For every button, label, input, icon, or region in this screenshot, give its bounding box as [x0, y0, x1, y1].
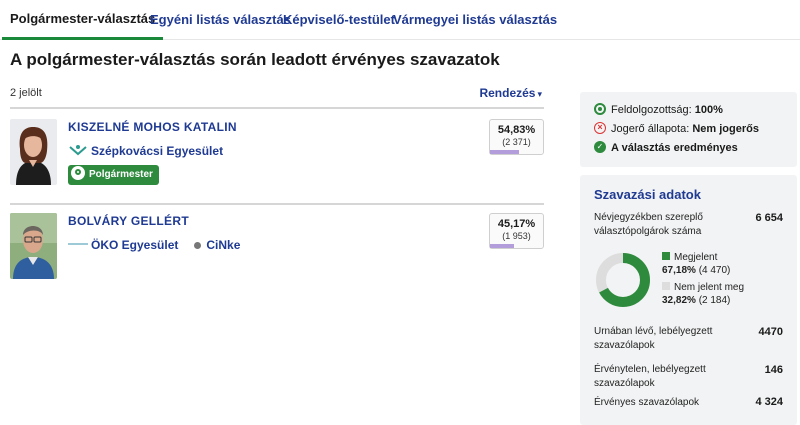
divider: [10, 203, 544, 205]
processing-value: 100%: [694, 104, 723, 116]
voting-data-title: Szavazási adatok: [594, 187, 701, 202]
vote-count: (1 953): [502, 231, 531, 241]
candidate-name[interactable]: BOLVÁRY GELLÉRT: [68, 214, 189, 228]
divider: [10, 107, 544, 109]
chevron-down-icon: ▾: [537, 89, 542, 99]
turnout-label: Megjelent: [674, 252, 718, 263]
tab-council[interactable]: Képviselő-testület: [283, 0, 395, 40]
registered-voters-value: 6 654: [755, 212, 783, 224]
election-tabs: Polgármester-választás Egyéni listás vál…: [0, 0, 800, 40]
registered-voters-label: Névjegyzékben szereplő választópolgárok …: [594, 212, 703, 237]
turnout-legend: Megjelent 67,18% (4 470): [662, 251, 730, 277]
party-name: Szépkovácsi Egyesület: [91, 144, 224, 158]
close-circle-icon: ×: [594, 122, 606, 135]
candidate-name[interactable]: KISZELNÉ MOHOS KATALIN: [68, 120, 237, 134]
voting-data-panel: Szavazási adatok Névjegyzékben szereplő …: [580, 175, 797, 425]
absent-label: Nem jelent meg: [674, 282, 745, 293]
invalid-ballots-label: Érvénytelen, lebélyegzett szavazólapok: [594, 364, 706, 389]
candidate-photo: [10, 213, 57, 279]
mayor-winner-badge: Polgármester: [68, 165, 159, 185]
party-name-2: CiNke: [206, 238, 241, 252]
processing-label: Feldolgozottság:: [611, 104, 692, 116]
tab-mayoral-election[interactable]: Polgármester-választás: [2, 0, 164, 40]
candidate-party: Szépkovácsi Egyesület: [68, 144, 223, 159]
tab-county-list-election[interactable]: Vármegyei listás választás: [393, 0, 557, 40]
page-title: A polgármester-választás során leadott é…: [10, 50, 500, 69]
tab-individual-list-election[interactable]: Egyéni listás választás: [150, 0, 291, 40]
legal-status: × Jogerő állapota: Nem jogerős: [594, 122, 759, 135]
absent-count: (2 184): [698, 295, 731, 306]
candidate-row[interactable]: KISZELNÉ MOHOS KATALIN Szépkovácsi Egyes…: [10, 119, 544, 189]
valid-ballots-value: 4 324: [755, 396, 783, 408]
vote-share-bar: [490, 150, 520, 154]
candidate-row[interactable]: BOLVÁRY GELLÉRT ÖKO Egyesület CiNke 45,17…: [10, 213, 544, 283]
check-circle-icon: ✓: [594, 141, 606, 154]
sort-dropdown[interactable]: Rendezés ▾: [479, 86, 542, 100]
absent-legend: Nem jelent meg 32,82% (2 184): [662, 281, 744, 307]
ballots-in-box-label: Urnában lévő, lebélyegzett szavazólapok: [594, 326, 713, 351]
turnout-donut-chart: [594, 251, 652, 309]
legend-swatch: [662, 282, 670, 291]
ballots-in-box-value: 4470: [758, 326, 783, 338]
vote-share-bar: [490, 244, 514, 248]
vote-percent: 54,83%: [497, 124, 536, 136]
candidate-photo: [10, 119, 57, 185]
valid-ballots-label: Érvényes szavazólapok: [594, 397, 700, 408]
result-text: A választás eredményes: [611, 142, 738, 154]
candidate-count: 2 jelölt: [10, 87, 42, 99]
badge-label: Polgármester: [89, 169, 153, 180]
vote-count: (2 371): [502, 137, 531, 147]
turnout-percent: 67,18%: [662, 265, 696, 276]
invalid-ballots-value: 146: [764, 364, 783, 376]
vote-share-box: 45,17% (1 953): [489, 213, 544, 249]
status-panel: Feldolgozottság: 100% × Jogerő állapota: …: [580, 92, 797, 167]
legal-label: Jogerő állapota:: [611, 123, 690, 135]
sort-label: Rendezés: [479, 86, 536, 100]
candidate-parties: ÖKO Egyesület CiNke: [68, 238, 240, 253]
party-logo-icon: [68, 144, 88, 159]
result-status: ✓ A választás eredményes: [594, 141, 738, 154]
turnout-count: (4 470): [698, 265, 731, 276]
progress-ring-icon: [594, 103, 606, 116]
legend-swatch: [662, 252, 670, 261]
processing-status: Feldolgozottság: 100%: [594, 103, 723, 116]
party-logo-icon: [68, 238, 88, 253]
legal-value: Nem jogerős: [692, 123, 759, 135]
vote-percent: 45,17%: [497, 218, 536, 230]
award-icon: [71, 166, 85, 181]
vote-share-box: 54,83% (2 371): [489, 119, 544, 155]
party-name: ÖKO Egyesület: [91, 238, 179, 252]
absent-percent: 32,82%: [662, 295, 696, 306]
party-dot-icon: [194, 241, 202, 249]
